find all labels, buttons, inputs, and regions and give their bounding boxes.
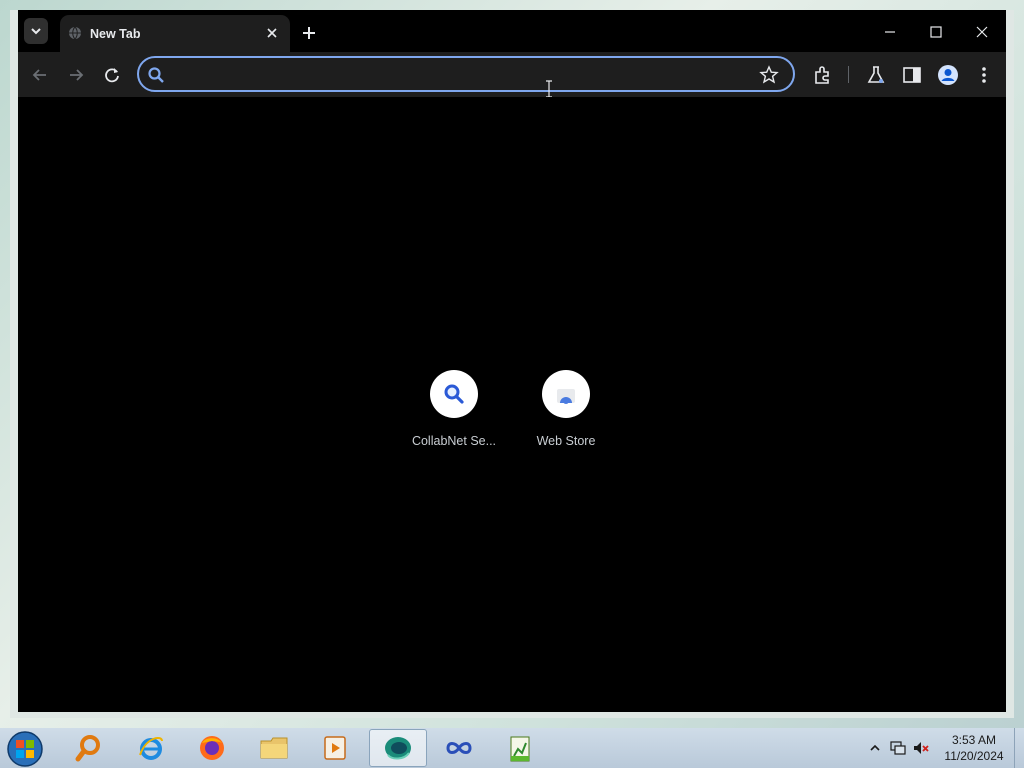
labs-flask-icon[interactable] bbox=[865, 64, 887, 86]
firefox-icon bbox=[200, 736, 224, 760]
reload-icon[interactable] bbox=[101, 64, 123, 86]
shortcut-label: Web Store bbox=[536, 434, 596, 448]
new-tab-page: CollabNet Se... Web Store bbox=[18, 97, 1006, 712]
search-icon bbox=[148, 67, 164, 83]
shortcut-collabnet[interactable]: CollabNet Se... bbox=[398, 370, 510, 470]
search-app-icon bbox=[75, 735, 100, 762]
extensions-icon[interactable] bbox=[812, 64, 834, 86]
file-explorer-icon bbox=[260, 737, 288, 759]
bookmark-star-icon[interactable] bbox=[759, 65, 779, 85]
tab-new-tab[interactable]: New Tab bbox=[60, 15, 290, 52]
globe-icon bbox=[69, 26, 81, 40]
tab-search-button[interactable] bbox=[24, 18, 48, 44]
browser-app-icon bbox=[385, 737, 411, 760]
taskbar-internet-explorer[interactable] bbox=[122, 729, 180, 767]
taskbar-infinity-app[interactable] bbox=[430, 729, 488, 767]
chevron-down-icon bbox=[31, 28, 41, 35]
taskbar-notepad-chart[interactable] bbox=[491, 729, 549, 767]
text-cursor-icon bbox=[546, 80, 552, 98]
tab-strip: New Tab bbox=[18, 10, 1006, 52]
taskbar-search-app[interactable] bbox=[60, 729, 118, 767]
taskbar-file-explorer[interactable] bbox=[245, 729, 303, 767]
taskbar-media-player[interactable] bbox=[306, 729, 364, 767]
clock-date: 11/20/2024 bbox=[944, 749, 1004, 763]
close-icon[interactable] bbox=[265, 26, 279, 40]
show-hidden-icons-icon[interactable] bbox=[866, 739, 884, 757]
browser-frame: New Tab CollabNet Se... Web Store bbox=[18, 10, 1006, 712]
back-icon[interactable] bbox=[29, 64, 51, 86]
profile-avatar-icon[interactable] bbox=[937, 64, 959, 86]
shortcut-label: CollabNet Se... bbox=[411, 434, 497, 448]
media-player-icon bbox=[324, 736, 346, 760]
start-button[interactable] bbox=[6, 730, 44, 768]
taskbar-browser-app[interactable] bbox=[369, 729, 427, 767]
shortcut-tile[interactable] bbox=[430, 370, 478, 418]
window-close-icon[interactable] bbox=[972, 22, 992, 42]
new-tab-button[interactable] bbox=[299, 23, 319, 43]
toolbar-divider bbox=[848, 66, 849, 83]
side-panel-icon[interactable] bbox=[901, 64, 923, 86]
internet-explorer-icon bbox=[139, 737, 163, 760]
browser-window: New Tab CollabNet Se... Web Store bbox=[10, 10, 1014, 718]
system-clock[interactable]: 3:53 AM 11/20/2024 bbox=[936, 732, 1012, 764]
minimize-icon[interactable] bbox=[880, 22, 900, 42]
address-bar[interactable] bbox=[137, 56, 795, 92]
shortcut-web-store[interactable]: Web Store bbox=[510, 370, 622, 470]
clock-time: 3:53 AM bbox=[951, 733, 997, 747]
show-desktop-button[interactable] bbox=[1014, 728, 1024, 768]
forward-icon[interactable] bbox=[65, 64, 87, 86]
web-store-icon bbox=[557, 389, 575, 404]
desktop-background bbox=[0, 0, 1024, 10]
browser-toolbar bbox=[18, 52, 1006, 98]
shortcut-tile[interactable] bbox=[542, 370, 590, 418]
search-icon bbox=[444, 384, 464, 404]
notepad-chart-icon bbox=[510, 736, 530, 762]
network-icon[interactable] bbox=[889, 739, 907, 757]
tab-title: New Tab bbox=[90, 27, 141, 41]
taskbar-firefox[interactable] bbox=[183, 729, 241, 767]
infinity-app-icon bbox=[446, 742, 472, 754]
maximize-icon[interactable] bbox=[926, 22, 946, 42]
address-input[interactable] bbox=[175, 64, 739, 86]
volume-muted-icon[interactable] bbox=[912, 739, 930, 757]
more-menu-icon[interactable] bbox=[973, 64, 995, 86]
taskbar: 3:53 AM 11/20/2024 bbox=[0, 728, 1024, 768]
